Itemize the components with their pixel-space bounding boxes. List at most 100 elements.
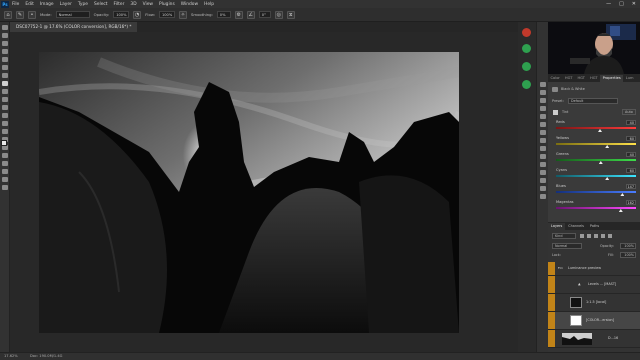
blues-slider-handle[interactable] <box>620 193 625 196</box>
properties-icon[interactable] <box>539 122 546 127</box>
filter-pixel-icon[interactable] <box>580 234 584 238</box>
greens-value-field[interactable]: 40 <box>626 152 636 157</box>
yellows-slider-handle[interactable] <box>605 145 610 148</box>
blur-tool-icon[interactable] <box>1 121 8 126</box>
play-icon[interactable] <box>522 44 531 53</box>
layer-group-row[interactable]: ▾▭ Luminance preview <box>548 262 640 276</box>
brush-preset-icon[interactable]: ✎ <box>16 10 24 19</box>
layer-row-selected[interactable]: [COLOR...ersion] <box>548 312 640 330</box>
smoothing-field[interactable]: 0% <box>216 11 231 18</box>
layer-row[interactable]: D...16 <box>548 330 640 348</box>
cyans-slider-handle[interactable] <box>605 177 610 180</box>
layer-row[interactable]: 1:1.5 [local] <box>548 294 640 312</box>
paths-icon[interactable] <box>539 194 546 199</box>
magentas-slider-handle[interactable] <box>618 209 623 212</box>
zoom-level[interactable]: 17.62% <box>4 353 18 360</box>
brush-tool-icon[interactable] <box>1 81 8 86</box>
move-tool-icon[interactable] <box>1 25 8 30</box>
channels-icon[interactable] <box>539 186 546 191</box>
airbrush-icon[interactable]: ✧ <box>178 10 187 19</box>
greens-slider-track[interactable] <box>556 159 636 161</box>
visibility-eye-icon[interactable] <box>548 262 555 275</box>
healing-tool-icon[interactable] <box>1 73 8 78</box>
character-icon[interactable] <box>539 146 546 151</box>
minimize-button[interactable]: — <box>606 0 611 8</box>
brush-size-icon[interactable]: • <box>28 10 36 19</box>
navigator-icon[interactable] <box>539 170 546 175</box>
filter-type-icon[interactable] <box>594 234 598 238</box>
blues-value-field[interactable]: 147 <box>626 184 636 189</box>
fill-field[interactable]: 100% <box>620 252 636 258</box>
marquee-tool-icon[interactable] <box>1 33 8 38</box>
greens-slider-handle[interactable] <box>598 161 603 164</box>
visibility-eye-icon[interactable] <box>548 294 555 311</box>
blend-mode-select[interactable]: Normal <box>552 243 582 249</box>
layer-row[interactable]: ▲ Levels ... [MAST] <box>548 276 640 294</box>
tab-channels[interactable]: Channels <box>565 223 587 230</box>
quick-select-tool-icon[interactable] <box>1 49 8 54</box>
tab-hgt-2[interactable]: HGT <box>575 75 588 82</box>
more-tools-icon[interactable] <box>1 185 8 190</box>
canvas-area[interactable] <box>10 32 518 352</box>
reds-slider-track[interactable] <box>556 127 636 129</box>
magentas-slider-track[interactable] <box>556 207 636 209</box>
action-icon[interactable] <box>522 62 531 71</box>
tab-paths[interactable]: Paths <box>587 223 602 230</box>
yellows-slider-track[interactable] <box>556 143 636 145</box>
magentas-value-field[interactable]: 162 <box>626 200 636 205</box>
menu-edit[interactable]: Edit <box>25 2 34 7</box>
tab-color[interactable]: Color <box>548 75 562 82</box>
history-icon[interactable] <box>539 82 546 87</box>
menu-3d[interactable]: 3D <box>130 2 136 7</box>
document-tab[interactable]: DSC07752-1 @ 17.6% (COLOR conversion], R… <box>10 22 138 32</box>
flow-field[interactable]: 100% <box>158 11 175 18</box>
symmetry-icon[interactable]: ⧖ <box>286 10 295 19</box>
auto-button[interactable]: Auto <box>622 109 636 115</box>
eraser-tool-icon[interactable] <box>1 105 8 110</box>
info-icon[interactable] <box>539 162 546 167</box>
libraries-icon[interactable] <box>539 114 546 119</box>
tab-layers[interactable]: Layers <box>548 223 566 230</box>
menu-image[interactable]: Image <box>40 2 54 7</box>
close-button[interactable]: ✕ <box>632 0 636 8</box>
blues-slider-track[interactable] <box>556 191 636 193</box>
path-select-tool-icon[interactable] <box>1 153 8 158</box>
tab-lum[interactable]: Lum <box>623 75 636 82</box>
yellows-value-field[interactable]: 60 <box>626 136 636 141</box>
menu-view[interactable]: View <box>143 2 153 7</box>
reds-slider-handle[interactable] <box>598 129 602 132</box>
cyans-value-field[interactable]: 60 <box>626 168 636 173</box>
paragraph-icon[interactable] <box>539 138 546 143</box>
eyedropper-tool-icon[interactable] <box>1 65 8 70</box>
angle-field[interactable]: 0° <box>258 11 271 18</box>
tab-properties[interactable]: Properties <box>600 75 624 82</box>
record-icon[interactable] <box>522 28 531 37</box>
foreground-color-swatch[interactable] <box>1 140 7 146</box>
preset-select[interactable]: Default <box>568 98 618 104</box>
hand-tool-icon[interactable] <box>1 169 8 174</box>
tab-hgt-1[interactable]: HGT <box>562 75 575 82</box>
home-icon[interactable]: ⌂ <box>4 10 12 19</box>
layer-opacity-field[interactable]: 100% <box>620 243 636 249</box>
pressure-size-icon[interactable]: ◎ <box>274 10 283 19</box>
menu-window[interactable]: Window <box>181 2 198 7</box>
zoom-tool-icon[interactable] <box>1 177 8 182</box>
filter-adjustment-icon[interactable] <box>587 234 591 238</box>
menu-layer[interactable]: Layer <box>60 2 72 7</box>
tint-checkbox[interactable] <box>553 110 558 115</box>
dodge-tool-icon[interactable] <box>1 129 8 134</box>
canvas-image[interactable] <box>39 52 459 333</box>
angle-icon[interactable]: ∠ <box>246 10 255 19</box>
pressure-opacity-icon[interactable]: ◔ <box>133 10 142 19</box>
mode-select[interactable]: Normal <box>55 11 90 18</box>
menu-type[interactable]: Type <box>78 2 88 7</box>
filter-shape-icon[interactable] <box>601 234 605 238</box>
opacity-field[interactable]: 100% <box>113 11 130 18</box>
gradient-tool-icon[interactable] <box>1 113 8 118</box>
gear-icon[interactable]: ⚙ <box>234 10 243 19</box>
cyans-slider-track[interactable] <box>556 175 636 177</box>
clone-stamp-tool-icon[interactable] <box>1 89 8 94</box>
swatches-icon[interactable] <box>539 98 546 103</box>
lasso-tool-icon[interactable] <box>1 41 8 46</box>
filter-smart-icon[interactable] <box>608 234 612 238</box>
